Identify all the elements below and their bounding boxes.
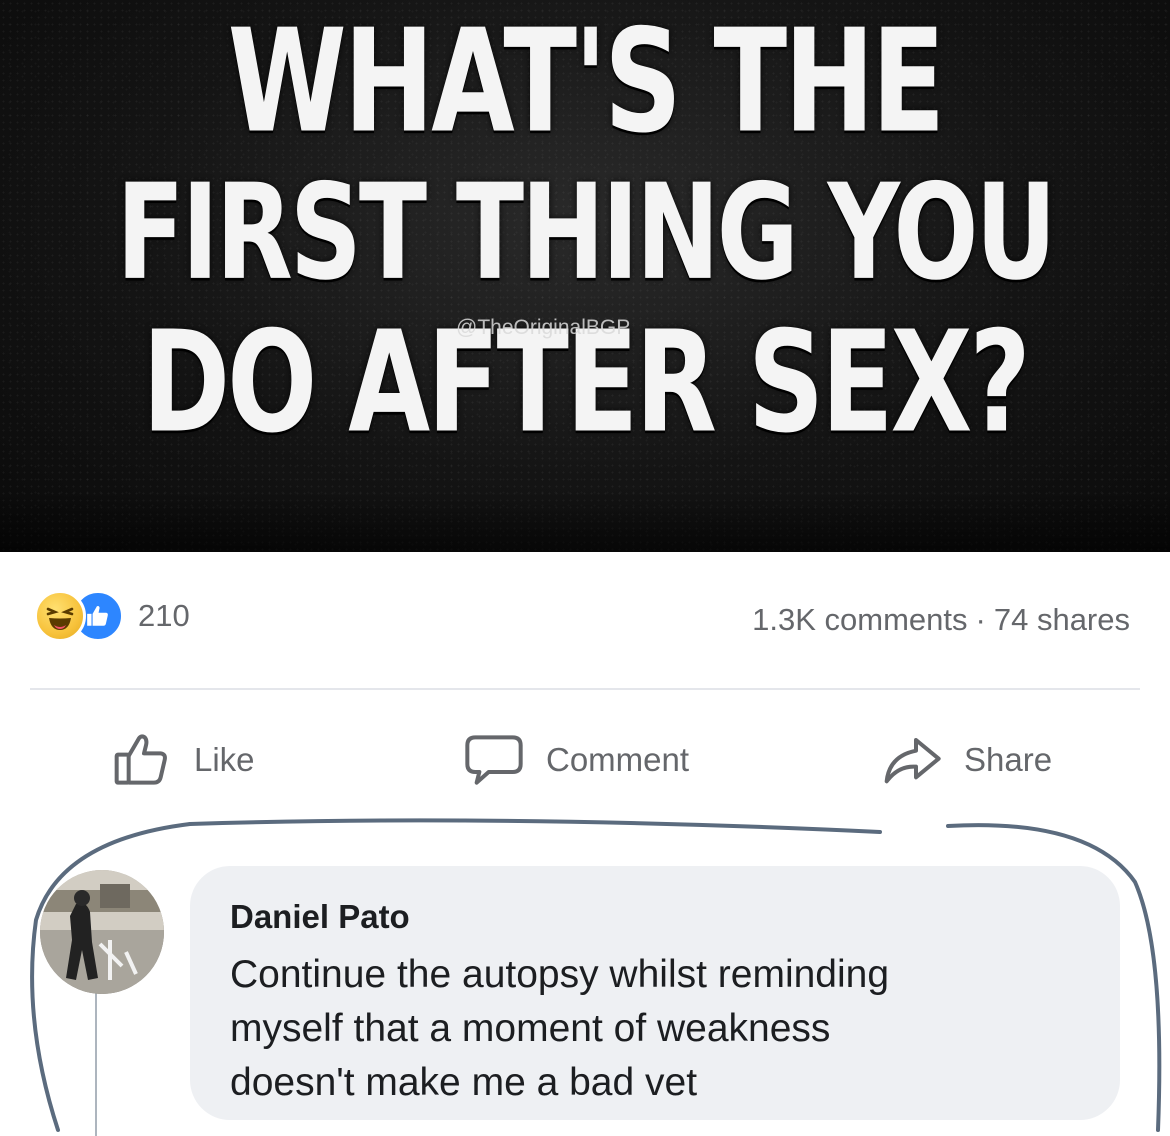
commenter-avatar[interactable] [40, 870, 164, 994]
share-button[interactable]: Share [880, 728, 1052, 792]
stats-divider [30, 688, 1140, 690]
comment-text-line-2: myself that a moment of weakness [230, 1007, 831, 1050]
commenter-name[interactable]: Daniel Pato [230, 898, 410, 936]
thumbs-up-icon [114, 734, 167, 785]
comments-shares-summary: 1.3K comments · 74 shares [752, 602, 1130, 638]
comments-count-link[interactable]: 1.3K comments [752, 602, 967, 637]
post-actions-bar: Like Comment Share [0, 728, 1170, 808]
comment-bubble-icon [465, 735, 523, 785]
share-button-label: Share [964, 741, 1053, 778]
reaction-count: 210 [138, 598, 190, 633]
comment-text-line-1: Continue the autopsy whilst reminding [230, 953, 890, 996]
comment-button-label: Comment [546, 741, 690, 778]
reactions-summary[interactable]: 210 [34, 590, 190, 642]
watermark: @TheOriginalBGP [456, 316, 631, 339]
shares-count-link[interactable]: 74 shares [994, 602, 1130, 637]
like-button-label: Like [194, 741, 255, 778]
headline-line-3: DO AFTER SEX? [142, 301, 1031, 464]
haha-reaction-icon [34, 590, 86, 642]
banner-shadow [0, 492, 1170, 552]
comment-text: Continue the autopsy whilst reminding my… [230, 948, 1090, 1110]
share-arrow-icon [884, 738, 941, 784]
like-button[interactable]: Like [110, 728, 255, 792]
banner-headline: WHAT'S THE FIRST THING YOU DO AFTER SEX? [0, 0, 1170, 464]
post-stats: 210 1.3K comments · 74 shares [34, 590, 1134, 654]
comment-button[interactable]: Comment [462, 728, 689, 792]
comment-text-line-3: doesn't make me a bad vet [230, 1061, 698, 1104]
meme-banner: WHAT'S THE FIRST THING YOU DO AFTER SEX?… [0, 0, 1170, 552]
stats-separator: · [975, 602, 986, 637]
comment-bubble: Daniel Pato Continue the autopsy whilst … [190, 866, 1120, 1120]
